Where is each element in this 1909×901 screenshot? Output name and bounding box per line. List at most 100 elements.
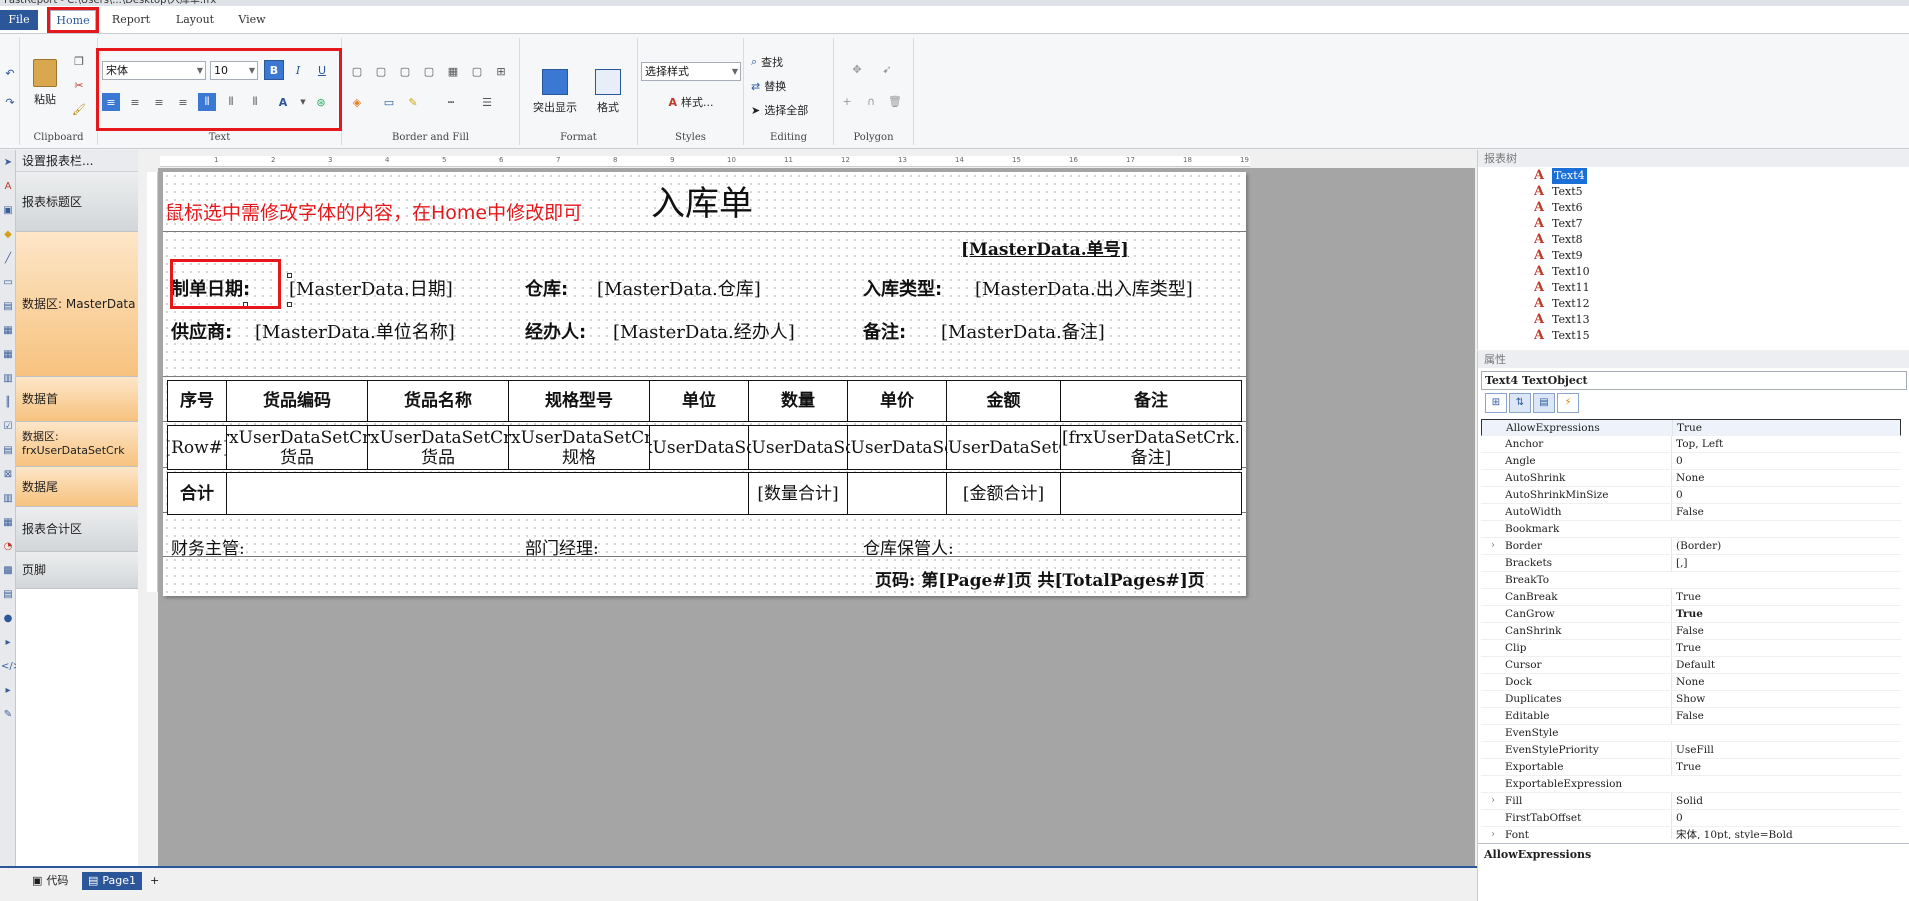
html-icon[interactable]: </> [1,660,21,674]
property-value[interactable]: Default [1671,657,1895,673]
menu-home[interactable]: Home [50,10,96,30]
property-row[interactable]: AllowExpressions True [1481,419,1901,436]
date-label[interactable]: 制单日期: [171,275,250,301]
border-bottom-icon[interactable]: ▢ [420,62,438,80]
tree-node[interactable]: A Text5 [1534,184,1583,200]
property-row[interactable]: EvenStylePriority UseFill [1481,742,1901,759]
property-value[interactable]: [,] [1671,555,1895,571]
property-row[interactable]: Cursor Default [1481,657,1901,674]
shadow-icon[interactable]: ▭ [380,93,398,111]
property-value[interactable]: 0 [1671,810,1895,826]
handler-value[interactable]: [MasterData.经办人] [613,318,795,344]
dept-sign-label[interactable]: 部门经理: [525,534,599,559]
property-value[interactable]: 宋体, 10pt, style=Bold [1671,827,1895,839]
bold-button[interactable]: B [264,60,284,80]
property-row[interactable]: EvenStyle [1481,725,1901,742]
menu-view[interactable]: View [232,10,272,30]
header-cell[interactable]: 单位 [649,380,749,422]
border-none-icon[interactable]: ▢ [468,62,486,80]
pointer-icon[interactable]: ➹ [878,60,896,78]
property-value[interactable]: 0 [1671,487,1895,503]
property-value[interactable]: None [1671,674,1895,690]
sum-empty-cell[interactable] [847,472,947,515]
style-combo[interactable]: 选择样式 ▼ [641,62,741,81]
subreport-icon[interactable]: ▤ [1,300,15,314]
band-setup-button[interactable]: 设置报表栏... [16,150,138,172]
cross-band-icon[interactable]: ⊠ [1,468,15,482]
select-all-button[interactable]: ➤ 选择全部 [750,100,809,120]
sum-amount-cell[interactable]: [金额合计] [946,472,1061,515]
digital-signature-icon[interactable]: ▩ [1,564,15,578]
band-data-footer[interactable]: 数据尾 [16,467,138,507]
supplier-label[interactable]: 供应商: [171,318,232,344]
header-cell[interactable]: 单价 [847,380,947,422]
header-cell[interactable]: 序号 [167,380,227,422]
property-value[interactable]: None [1671,470,1895,486]
pen-icon[interactable]: ✎ [1,708,15,722]
border-all-icon[interactable]: ▦ [444,62,462,80]
categorized-icon[interactable]: ⊞ [1485,393,1507,413]
data-cell[interactable]: [frxUserDataSetCrk [946,425,1061,470]
align-justify-icon[interactable]: ≡ [174,93,192,111]
format-painter-icon[interactable]: 🖌 [70,100,88,118]
map-icon[interactable]: ▤ [1,588,15,602]
sum-label-cell[interactable]: 合计 [167,472,227,515]
handler-label[interactable]: 经办人: [525,318,586,344]
header-cell[interactable]: 数量 [748,380,848,422]
property-row[interactable]: CanGrow True [1481,606,1901,623]
property-row[interactable]: Anchor Top, Left [1481,436,1901,453]
note-label[interactable]: 备注: [863,318,906,344]
line-color-icon[interactable]: ✎ [404,93,422,111]
italic-button[interactable]: I [288,60,308,80]
property-row[interactable]: Duplicates Show [1481,691,1901,708]
paste-button[interactable]: 粘贴 [28,56,62,110]
fill-color-icon[interactable]: ◈ [348,93,366,111]
data-cell[interactable]: [Row#] [167,425,227,470]
align-right-icon[interactable]: ≡ [150,93,168,111]
inbound-type-label[interactable]: 入库类型: [863,275,942,301]
supplier-value[interactable]: [MasterData.单位名称] [255,318,455,344]
property-row[interactable]: Angle 0 [1481,453,1901,470]
curve-point-icon[interactable]: ∩ [862,92,880,110]
order-number-field[interactable]: [MasterData.单号] [961,235,1129,260]
tree-node[interactable]: A Text15 [1534,328,1590,344]
delete-point-icon[interactable]: 🗑 [886,92,904,110]
data-cell[interactable]: [frxUserDataSetCrk.备注] [1060,425,1242,470]
property-value[interactable]: True [1671,606,1895,622]
property-row[interactable]: › Border (Border) [1481,538,1901,555]
warehouse-value[interactable]: [MasterData.仓库] [597,275,761,301]
header-cell[interactable]: 货品名称 [367,380,509,422]
property-value[interactable]: True [1672,420,1896,436]
align-left-icon[interactable]: ≡ [102,93,120,111]
property-value[interactable]: UseFill [1671,742,1895,758]
style-button[interactable]: A 样式... [656,92,726,112]
border-edit-icon[interactable]: ⊞ [492,62,510,80]
property-value[interactable]: True [1671,589,1895,605]
band-report-summary[interactable]: 报表合计区 [16,507,138,552]
more-icon[interactable]: ▸ [1,684,15,698]
svg-icon[interactable]: ◆ [1,228,15,242]
property-row[interactable]: Exportable True [1481,759,1901,776]
line-icon[interactable]: ╱ [1,252,15,266]
highlight-icon[interactable]: ⊛ [312,93,330,111]
font-size-combo[interactable]: 10 ▼ [210,61,258,80]
tree-node[interactable]: A Text9 [1534,248,1583,264]
header-cell[interactable]: 货品编码 [226,380,368,422]
richtext-icon[interactable]: ▤ [1,444,15,458]
property-row[interactable]: CanShrink False [1481,623,1901,640]
chevron-down-icon[interactable]: ▼ [294,93,312,111]
data-cell[interactable]: [frxUserDataSetCrk.货品 [226,425,368,470]
tree-node[interactable]: A Text12 [1534,296,1590,312]
events-icon[interactable]: ⚡ [1557,393,1579,413]
expand-icon[interactable]: › [1491,827,1495,839]
valign-bottom-icon[interactable]: ⦀ [246,93,264,111]
menu-report[interactable]: Report [105,10,157,30]
tree-node[interactable]: A Text10 [1534,264,1590,280]
menu-file[interactable]: File [0,10,38,30]
add-point-icon[interactable]: + [838,92,856,110]
zip-code-icon[interactable]: ▥ [1,492,15,506]
selection-handle[interactable] [287,302,292,307]
chart-icon[interactable]: ▥ [1,372,15,386]
note-value[interactable]: [MasterData.备注] [941,318,1105,344]
inbound-type-value[interactable]: [MasterData.出入库类型] [975,275,1193,301]
